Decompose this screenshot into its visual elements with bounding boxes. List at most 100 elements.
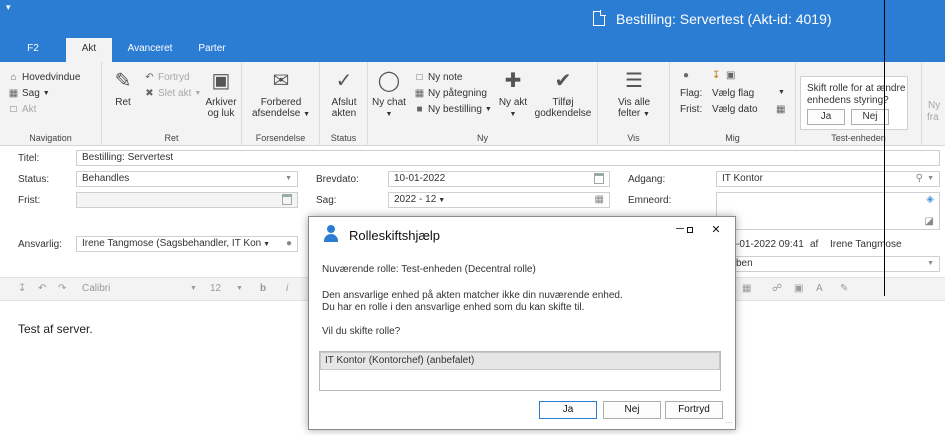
- overflow-fra-label: fra: [927, 112, 939, 123]
- dialog-title: Rolleskiftshjælp: [349, 228, 441, 243]
- group-label-ny: Ny: [477, 133, 488, 143]
- window-title: Bestilling: Servertest (Akt-id: 4019): [616, 11, 832, 27]
- ny-akt-button[interactable]: ✚ Ny akt ▼: [498, 68, 528, 120]
- font-size-select[interactable]: 12: [210, 283, 221, 294]
- sag-button[interactable]: ▦ Sag ▼: [8, 88, 50, 99]
- group-ny: ◯ Ny chat ▼ □ Ny note ▦ Ny påtegning ■ Ny be…: [368, 62, 598, 146]
- hovedvindue-button[interactable]: ⌂ Hovedvindue: [8, 72, 80, 83]
- ret-button[interactable]: ✎ Ret: [108, 68, 138, 108]
- brevdato-field[interactable]: 10-01-2022: [388, 171, 610, 187]
- secondary-select[interactable]: ben ▼: [716, 256, 940, 272]
- group-label-ret: Ret: [164, 133, 179, 143]
- ansvarlig-label: Ansvarlig:: [18, 239, 62, 250]
- edit-icon: ✎: [114, 70, 132, 92]
- redo-icon[interactable]: ↷: [58, 283, 66, 294]
- vis-alle-felter-button[interactable]: ☰ Vis alle felter ▼: [612, 68, 656, 120]
- picture-icon: ▣: [726, 70, 736, 81]
- tab-akt[interactable]: Akt: [66, 38, 112, 62]
- system-menu-icon[interactable]: ▾: [6, 2, 11, 13]
- minimize-icon[interactable]: ─: [673, 223, 687, 235]
- adgang-field[interactable]: IT Kontor ⚲ ▼: [716, 171, 940, 187]
- bold-icon[interactable]: b: [260, 283, 266, 294]
- overflow-ny-label: Ny: [928, 100, 941, 111]
- mismatch-text: Den ansvarlige enhed på akten matcher ik…: [322, 290, 623, 301]
- flag-select[interactable]: Vælg flag: [712, 88, 754, 99]
- maximize-icon[interactable]: [687, 227, 693, 233]
- calendar-icon[interactable]: [282, 194, 292, 205]
- tag-icon[interactable]: ◈: [926, 193, 934, 207]
- role-switch-yes-button[interactable]: Ja: [807, 109, 845, 125]
- chevron-down-icon[interactable]: ▼: [190, 285, 197, 292]
- adgang-label: Adgang:: [628, 174, 666, 185]
- chevron-down-icon[interactable]: ▼: [236, 285, 243, 292]
- dialog-cancel-button[interactable]: Fortryd: [665, 401, 723, 419]
- forbered-afsendelse-button[interactable]: ✉ Forbered afsendelse ▼: [248, 68, 314, 120]
- folder-icon: ▦: [8, 88, 19, 99]
- modified-by-label: af: [810, 239, 819, 250]
- fortryd-button[interactable]: ↶ Fortryd: [144, 72, 189, 83]
- document-icon: □: [10, 104, 17, 115]
- sag-field[interactable]: 2022 - 12 ▼ ▦: [388, 192, 610, 208]
- case-lookup-icon[interactable]: ▦: [595, 193, 604, 207]
- emneord-field[interactable]: ◈ ◪: [716, 192, 940, 230]
- link-icon[interactable]: ☍: [772, 283, 782, 294]
- akt-button[interactable]: □ Akt: [8, 104, 36, 115]
- group-navigation: ⌂ Hovedvindue ▦ Sag ▼ □ Akt Navigation: [0, 62, 102, 146]
- undo-icon[interactable]: ↶: [38, 283, 46, 294]
- chevron-down-icon: ▼: [927, 260, 934, 267]
- chevron-down-icon[interactable]: ▼: [778, 89, 785, 96]
- afslut-akten-button[interactable]: ✓ Afslut akten: [326, 68, 362, 119]
- calendar-icon[interactable]: ▦: [776, 104, 785, 115]
- status-select[interactable]: Behandles ▼: [76, 171, 298, 187]
- list-item[interactable]: IT Kontor (Kontorchef) (anbefalet): [320, 352, 720, 370]
- image-icon[interactable]: ▣: [794, 283, 803, 294]
- clear-format-icon[interactable]: A: [816, 283, 823, 294]
- group-label-test-enheden: Test-enheden: [831, 133, 886, 143]
- status-label: Status:: [18, 174, 50, 185]
- current-role-text: Nuværende rolle: Test-enheden (Decentral…: [322, 264, 536, 275]
- ny-paategning-button[interactable]: ▦ Ny påtegning: [414, 88, 487, 99]
- role-switch-question: Skift rolle for at ændre enhedens styrin…: [807, 83, 906, 106]
- archive-icon: ▣: [211, 70, 231, 92]
- person-icon: ●: [683, 70, 690, 81]
- dialog-no-button[interactable]: Nej: [603, 401, 661, 419]
- tab-parter[interactable]: Parter: [190, 38, 234, 62]
- flag-label: Flag:: [680, 88, 703, 99]
- arkiver-og-luk-button[interactable]: ▣ Arkiver og luk: [202, 68, 240, 119]
- tab-avanceret[interactable]: Avanceret: [120, 38, 180, 62]
- print-icon[interactable]: ↧: [18, 283, 26, 294]
- ny-chat-button[interactable]: ◯ Ny chat ▼: [372, 68, 406, 120]
- resize-grip-icon[interactable]: ⋯: [725, 418, 733, 427]
- document-body[interactable]: Test af server.: [18, 322, 93, 336]
- chevron-down-icon[interactable]: ▼: [927, 172, 934, 186]
- users-icon[interactable]: ●: [286, 237, 292, 251]
- order-icon: ■: [416, 104, 423, 115]
- font-family-select[interactable]: Calibri: [82, 283, 110, 294]
- ansvarlig-field[interactable]: Irene Tangmose (Sagsbehandler, IT Kon ▼ ●: [76, 236, 298, 252]
- frist-field[interactable]: [76, 192, 298, 208]
- dialog-yes-button[interactable]: Ja: [539, 401, 597, 419]
- italic-icon[interactable]: i: [286, 283, 288, 294]
- calendar-icon[interactable]: [594, 173, 604, 184]
- expand-icon[interactable]: ◪: [925, 215, 934, 229]
- group-label-forsendelse: Forsendelse: [255, 133, 306, 143]
- tilfoej-godkendelse-button[interactable]: ✔ Tilføj godkendelse: [532, 68, 594, 119]
- insert-icon[interactable]: ✎: [840, 283, 848, 294]
- brevdato-label: Brevdato:: [316, 174, 359, 185]
- group-label-status: Status: [330, 133, 357, 143]
- group-label-vis: Vis: [627, 133, 640, 143]
- tab-f2[interactable]: F2: [14, 38, 52, 62]
- frist-select[interactable]: Vælg dato: [712, 104, 758, 115]
- slet-akt-button[interactable]: ✖ Slet akt ▼: [144, 88, 201, 99]
- role-list[interactable]: IT Kontor (Kontorchef) (anbefalet): [319, 351, 721, 391]
- close-icon[interactable]: ✕: [709, 223, 723, 236]
- chevron-down-icon: ▼: [42, 90, 50, 97]
- ny-bestilling-button[interactable]: ■ Ny bestilling ▼: [414, 104, 491, 115]
- chat-icon: ◯: [377, 70, 401, 92]
- ny-note-button[interactable]: □ Ny note: [414, 72, 462, 83]
- modified-date: -01-2022 09:41: [736, 239, 804, 250]
- table-icon[interactable]: ▦: [742, 283, 751, 294]
- titel-field[interactable]: Bestilling: Servertest: [76, 150, 940, 166]
- search-icon[interactable]: ⚲: [916, 172, 923, 186]
- pointer-line: [884, 0, 885, 296]
